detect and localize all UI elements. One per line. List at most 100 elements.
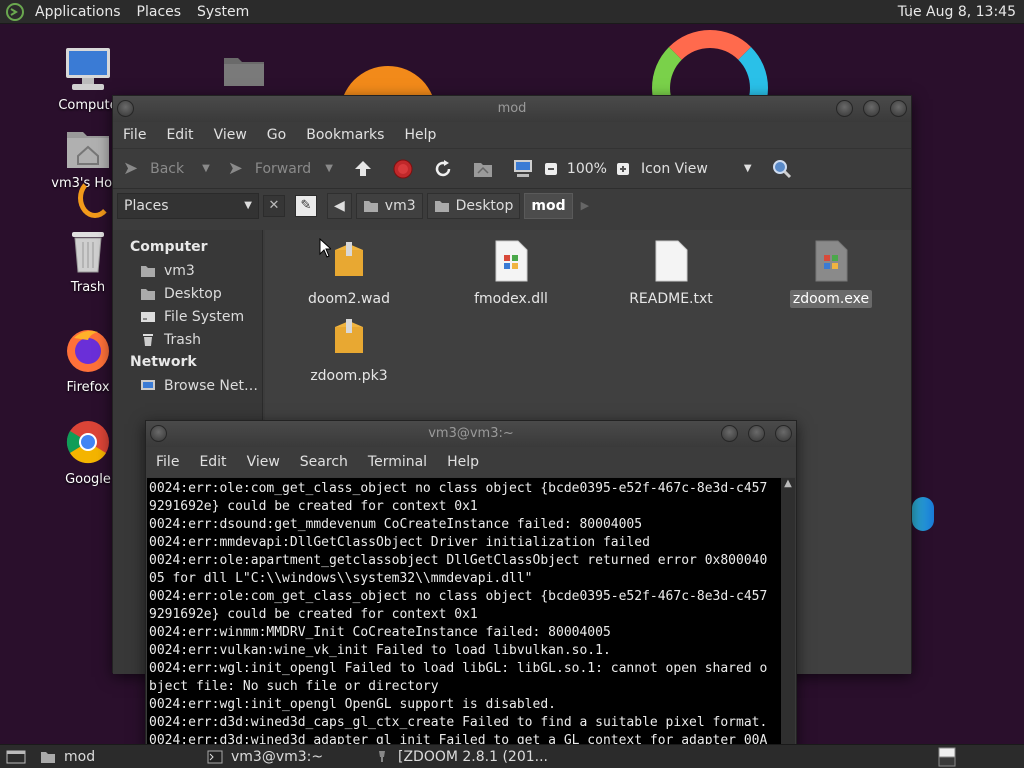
file-item[interactable]: doom2.wad (294, 240, 404, 308)
menu-bookmarks[interactable]: Bookmarks (296, 127, 394, 143)
file-item[interactable]: fmodex.dll (456, 240, 566, 308)
terminal-line: 9291692e} could be created for context 0… (149, 499, 478, 514)
computer-small-icon[interactable] (511, 157, 535, 181)
minimize-button[interactable] (721, 425, 738, 442)
drive-icon (141, 311, 155, 322)
window-menu-button[interactable] (150, 425, 167, 442)
maximize-button[interactable] (748, 425, 765, 442)
reload-icon[interactable] (431, 157, 455, 181)
home-folder-icon (141, 265, 155, 277)
file-item[interactable]: zdoom.exe (776, 240, 886, 308)
terminal-line: 0024:err:ole:apartment_getclassobject Dl… (149, 553, 768, 568)
menu-edit[interactable]: Edit (189, 454, 236, 470)
terminal-scrollbar[interactable]: ▲ (781, 478, 795, 750)
edit-location-icon[interactable]: ✎ (295, 194, 317, 217)
home-icon[interactable] (471, 157, 495, 181)
file-manager-toolbar: ➤ Back ▼ ➤ Forward ▼ 100% Icon View ▼ (113, 148, 911, 188)
sidebar-item-browse-network[interactable]: Browse Net… (113, 374, 262, 397)
terminal-line: 0024:err:winmm:MMDRV_Init CoCreateInstan… (149, 625, 611, 640)
menu-view[interactable]: View (204, 127, 257, 143)
wallpaper-orange-arc (78, 178, 112, 218)
menu-edit[interactable]: Edit (156, 127, 203, 143)
menu-go[interactable]: Go (257, 127, 296, 143)
breadcrumb-left-arrow-icon[interactable]: ◀ (327, 192, 352, 219)
back-dropdown-icon[interactable]: ▼ (202, 163, 210, 174)
terminal-output[interactable]: 0024:err:ole:com_get_class_object no cla… (147, 478, 781, 750)
applications-menu[interactable]: Applications (27, 0, 129, 24)
zoom-out-icon[interactable] (543, 157, 559, 181)
show-desktop-icon[interactable] (6, 749, 26, 765)
forward-dropdown-icon[interactable]: ▼ (325, 163, 333, 174)
breadcrumb-vm3[interactable]: vm3 (355, 192, 423, 219)
sidebar-item-label: File System (164, 308, 245, 325)
folder-icon (141, 288, 155, 300)
close-button[interactable] (775, 425, 792, 442)
view-mode-select[interactable]: Icon View ▼ (641, 161, 752, 177)
up-icon[interactable] (351, 157, 375, 181)
terminal-titlebar[interactable]: vm3@vm3:~ (146, 421, 796, 447)
file-name: README.txt (629, 291, 713, 307)
menu-help[interactable]: Help (394, 127, 446, 143)
package-icon (335, 242, 363, 276)
terminal-line: 0024:err:vulkan:wine_vk_init Failed to l… (149, 643, 611, 658)
file-manager-menubar: File Edit View Go Bookmarks Help (113, 122, 911, 148)
trash-icon (72, 232, 104, 273)
scroll-up-arrow-icon[interactable]: ▲ (781, 478, 795, 489)
terminal-line: 0024:err:ole:com_get_class_object no cla… (149, 589, 768, 604)
terminal-line: bject file: No such file or directory (149, 679, 439, 694)
breadcrumb-desktop[interactable]: Desktop (426, 192, 521, 219)
zoom-in-icon[interactable] (615, 157, 631, 181)
places-combo[interactable]: Places ▼ (117, 192, 259, 219)
desktop-folder-icon[interactable] (222, 52, 266, 88)
maximize-button[interactable] (863, 100, 880, 117)
file-manager-titlebar[interactable]: mod (113, 96, 911, 122)
sidebar-item-vm3[interactable]: vm3 (113, 259, 262, 282)
file-item[interactable]: README.txt (616, 240, 726, 308)
breadcrumb-right-arrow-icon[interactable]: ▶ (581, 199, 589, 212)
file-name: fmodex.dll (474, 291, 548, 307)
stop-icon[interactable] (391, 157, 415, 181)
window-title: vm3@vm3:~ (428, 426, 514, 441)
window-menu-button[interactable] (117, 100, 134, 117)
wine-glass-icon (379, 751, 385, 762)
taskbar-item-terminal[interactable]: vm3@vm3:~ (207, 745, 323, 768)
trash-icon (143, 333, 153, 346)
firefox-icon (67, 330, 109, 372)
bottom-panel: mod vm3@vm3:~ [ZDOOM 2.8.1 (201... (0, 744, 1024, 768)
search-icon[interactable] (770, 157, 794, 181)
minimize-button[interactable] (836, 100, 853, 117)
taskbar-item-label: [ZDOOM 2.8.1 (201... (398, 749, 549, 765)
close-sidebar-icon[interactable]: ✕ (263, 194, 285, 217)
terminal-line: 0024:err:d3d:wined3d_caps_gl_ctx_create … (149, 715, 768, 730)
file-item[interactable]: zdoom.pk3 (294, 317, 404, 385)
top-panel-menu: Applications Places System (0, 0, 257, 24)
taskbar-item-mod[interactable]: mod (40, 745, 95, 768)
file-name-selected: zdoom.exe (789, 290, 873, 308)
sidebar-item-desktop[interactable]: Desktop (113, 282, 262, 305)
menu-file[interactable]: File (113, 127, 156, 143)
menu-view[interactable]: View (237, 454, 290, 470)
sidebar-heading-network: Network (130, 354, 197, 370)
sidebar-item-trash[interactable]: Trash (113, 328, 262, 351)
system-menu[interactable]: System (189, 0, 257, 24)
workspace-switcher-icon[interactable] (938, 747, 956, 767)
breadcrumb-mod[interactable]: mod (524, 192, 573, 219)
terminal-line: 0024:err:wgl:init_opengl Failed to load … (149, 661, 768, 676)
terminal-line: 05 for dll L"C:\\windows\\system32\\mmde… (149, 571, 533, 586)
forward-button[interactable]: ➤ Forward ▼ (228, 158, 333, 179)
back-button[interactable]: ➤ Back ▼ (123, 158, 210, 179)
clock[interactable]: Tue Aug 8, 13:45 (898, 0, 1016, 24)
sidebar-item-label: Desktop (164, 285, 222, 302)
menu-terminal[interactable]: Terminal (358, 454, 437, 470)
menu-file[interactable]: File (146, 454, 189, 470)
places-menu[interactable]: Places (129, 0, 190, 24)
close-button[interactable] (890, 100, 907, 117)
sidebar-item-file-system[interactable]: File System (113, 305, 262, 328)
menu-search[interactable]: Search (290, 454, 358, 470)
taskbar-item-label: vm3@vm3:~ (231, 749, 324, 765)
terminal-icon (207, 750, 223, 764)
top-panel: Applications Places System Tue Aug 8, 13… (0, 0, 1024, 24)
mate-logo-icon[interactable] (5, 2, 25, 22)
menu-help[interactable]: Help (437, 454, 489, 470)
taskbar-item-zdoom[interactable]: [ZDOOM 2.8.1 (201... (374, 745, 548, 768)
